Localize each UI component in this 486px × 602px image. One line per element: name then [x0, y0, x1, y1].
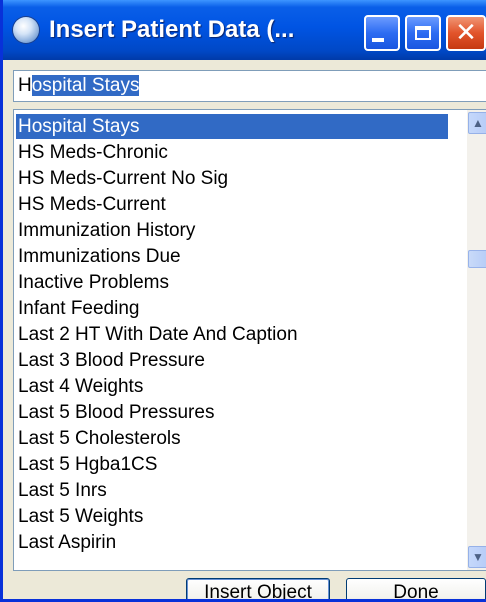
scroll-up-button[interactable]: ▲ [468, 112, 486, 134]
list-item[interactable]: Infant Feeding [16, 296, 448, 321]
list-item[interactable]: Last 5 Weights [16, 504, 448, 529]
search-input[interactable]: Hospital Stays [13, 70, 486, 102]
list-item[interactable]: Inactive Problems [16, 270, 448, 295]
list-item[interactable]: Hospital Stays [16, 114, 448, 139]
search-autocomplete-text: ospital Stays [31, 75, 140, 96]
app-icon [13, 17, 39, 43]
list-item[interactable]: Immunizations Due [16, 244, 448, 269]
minimize-button[interactable] [364, 15, 400, 51]
list-item[interactable]: HS Meds-Current [16, 192, 448, 217]
done-button[interactable]: Done [346, 578, 486, 602]
list-item[interactable]: HS Meds-Chronic [16, 140, 448, 165]
list-item[interactable]: Last 5 Hgba1CS [16, 452, 448, 477]
list-item[interactable]: Last 3 Blood Pressure [16, 348, 448, 373]
done-accelerator: D [393, 582, 408, 602]
done-label-rest: one [407, 582, 439, 602]
chevron-up-icon: ▲ [472, 116, 484, 130]
maximize-button[interactable] [405, 15, 441, 51]
done-label: Done [393, 582, 439, 602]
list-item[interactable]: Last 5 Cholesterols [16, 426, 448, 451]
vertical-scrollbar[interactable]: ▲ ▼ [467, 110, 486, 570]
scroll-thumb[interactable] [468, 250, 486, 268]
chevron-down-icon: ▼ [472, 550, 484, 564]
list-item[interactable]: Last 5 Blood Pressures [16, 400, 448, 425]
insert-patient-data-dialog: Insert Patient Data (... ✕ Hospital Stay… [0, 0, 486, 602]
insert-object-button[interactable]: Insert Object [186, 578, 330, 602]
list-item[interactable]: Last Aspirin [16, 530, 448, 555]
close-icon: ✕ [455, 18, 477, 48]
list-item[interactable]: HS Meds-Current No Sig [16, 166, 448, 191]
scroll-down-button[interactable]: ▼ [468, 546, 486, 568]
list-item[interactable]: Immunization History [16, 218, 448, 243]
list-item[interactable]: Last 2 HT With Date And Caption [16, 322, 448, 347]
list-item[interactable]: Last 4 Weights [16, 374, 448, 399]
title-bar[interactable]: Insert Patient Data (... ✕ [3, 0, 486, 60]
window-title: Insert Patient Data (... [49, 16, 295, 43]
minimize-icon [372, 38, 384, 42]
insert-label-rest: nsert Object [209, 582, 312, 602]
insert-object-label: Insert Object [204, 582, 312, 602]
search-typed-text: H [18, 75, 32, 96]
list-item[interactable]: Last 5 Inrs [16, 478, 448, 503]
close-button[interactable]: ✕ [446, 15, 486, 51]
maximize-icon [415, 26, 431, 40]
patient-data-list[interactable]: Hospital Stays HS Meds-Chronic HS Meds-Cur… [13, 109, 486, 571]
